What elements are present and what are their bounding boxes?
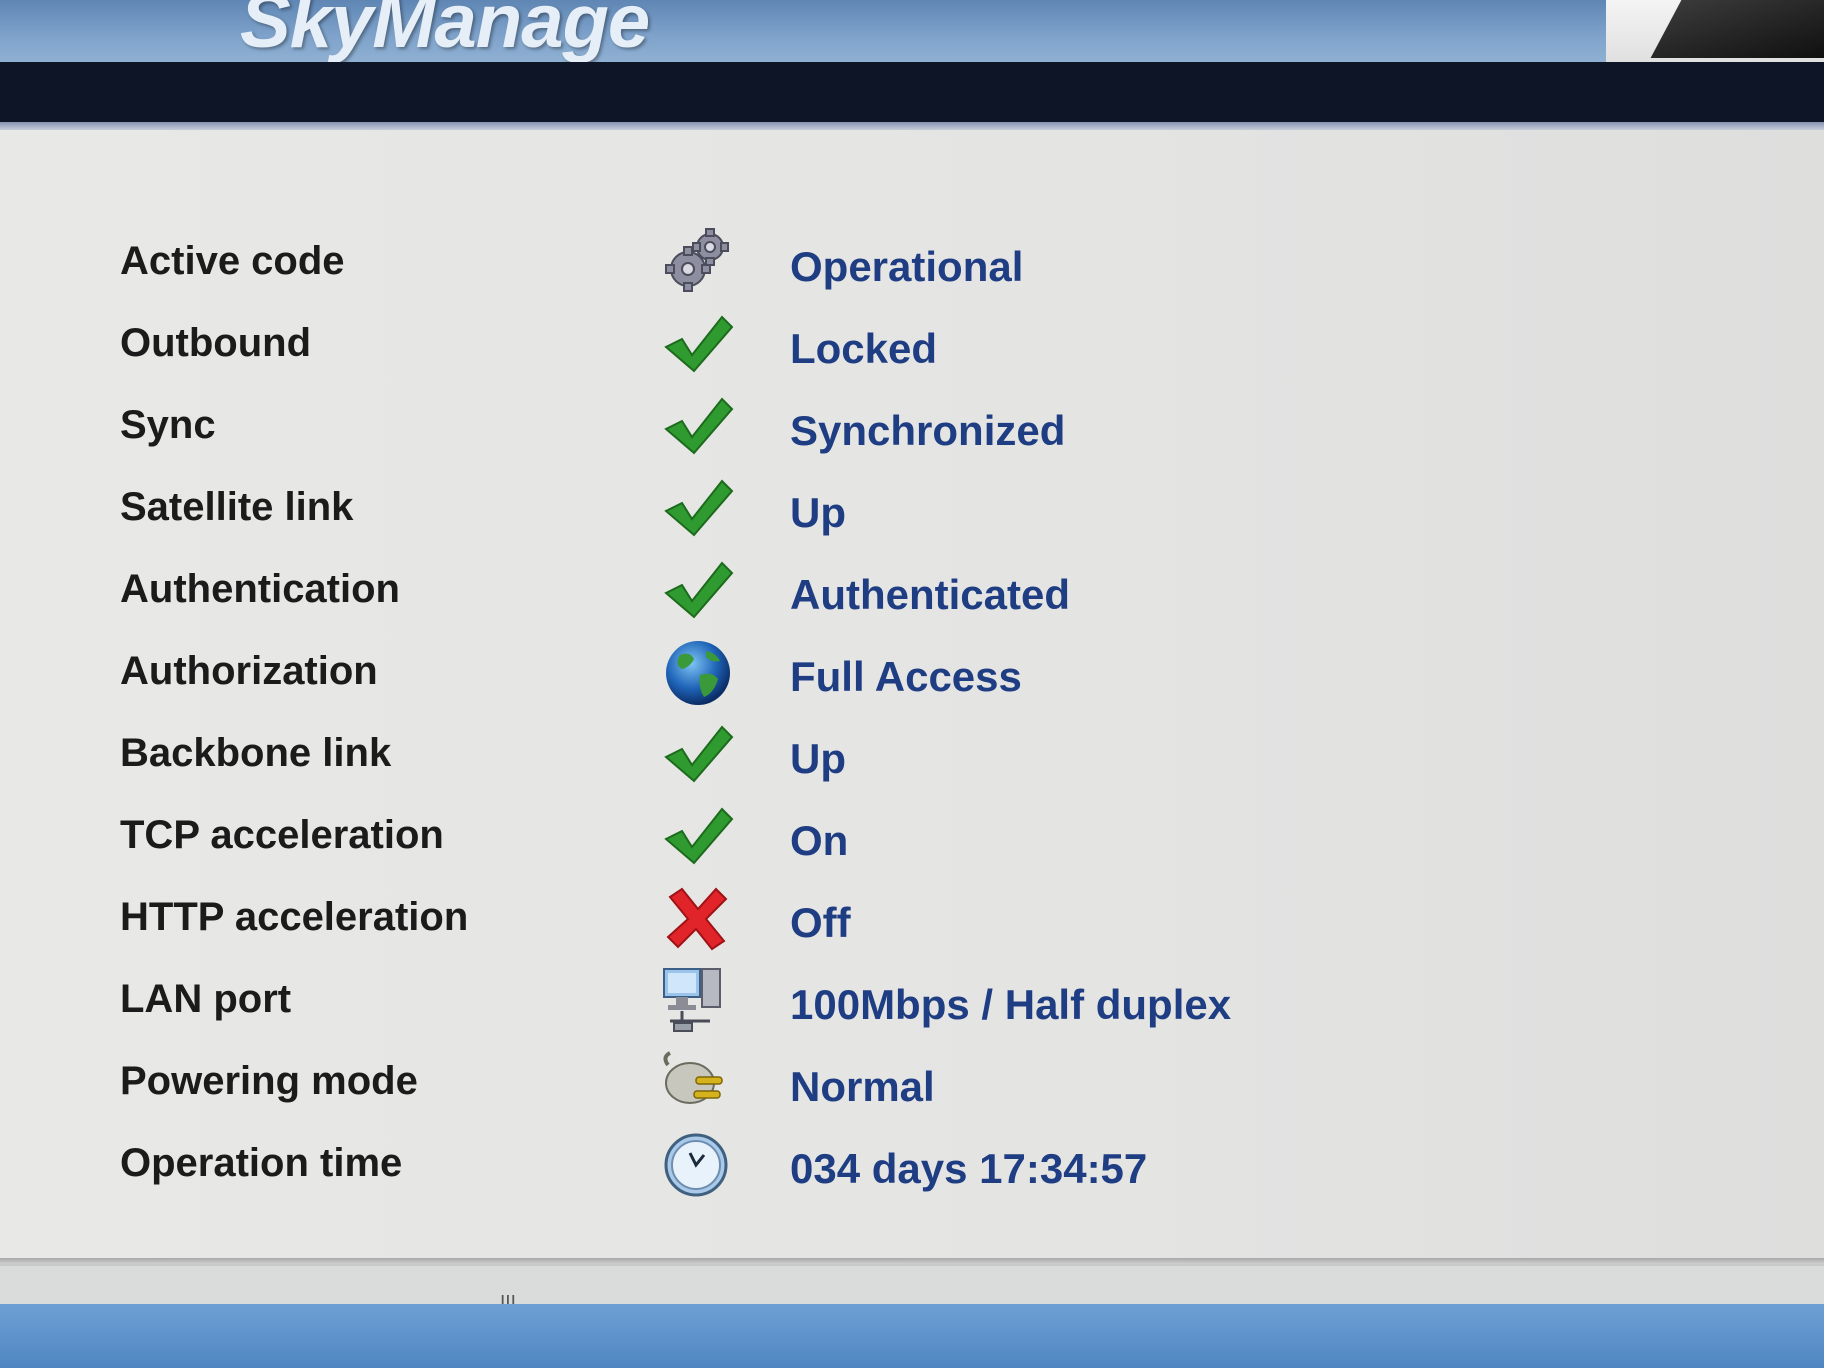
status-row-sync: Sync Synchronized	[90, 389, 1390, 471]
status-row-active-code: Active code Operational	[90, 225, 1390, 307]
check-icon	[660, 391, 736, 461]
app-logo: SkyManage	[240, 0, 650, 64]
app-header: SkyManage	[0, 0, 1824, 74]
status-label: Active code	[120, 239, 345, 283]
status-value: Authenticated	[790, 571, 1071, 618]
status-value: 100Mbps / Half duplex	[790, 981, 1232, 1028]
status-row-operation-time: Operation time 034 days 17:34:57	[90, 1127, 1390, 1209]
status-row-tcp-acceleration: TCP acceleration On	[90, 799, 1390, 881]
check-icon	[660, 801, 736, 871]
status-table: Active code Operational Outbound Locked …	[90, 225, 1390, 1209]
status-row-http-acceleration: HTTP acceleration Off	[90, 881, 1390, 963]
status-label: HTTP acceleration	[120, 895, 469, 939]
status-label: Authorization	[120, 649, 378, 693]
status-value: Operational	[790, 243, 1024, 290]
check-icon	[660, 473, 736, 543]
status-row-powering-mode: Powering mode Normal	[90, 1045, 1390, 1127]
check-icon	[660, 309, 736, 379]
status-value: Synchronized	[790, 407, 1066, 454]
status-row-backbone-link: Backbone link Up	[90, 717, 1390, 799]
status-row-outbound: Outbound Locked	[90, 307, 1390, 389]
modem-device-graphic	[1650, 0, 1824, 58]
clock-icon	[660, 1129, 736, 1199]
status-label: Backbone link	[120, 731, 392, 775]
power-plug-icon	[660, 1047, 736, 1117]
status-row-authentication: Authentication Authenticated	[90, 553, 1390, 635]
status-value: Full Access	[790, 653, 1022, 700]
status-row-lan-port: LAN port 100Mbps / Half duplex	[90, 963, 1390, 1045]
status-value: On	[790, 817, 849, 864]
status-label: Outbound	[120, 321, 312, 365]
gears-icon	[660, 227, 736, 297]
globe-icon	[660, 637, 736, 707]
network-computer-icon	[660, 965, 736, 1035]
horizontal-scrollbar[interactable]: III	[0, 1264, 1824, 1313]
status-label: Satellite link	[120, 485, 354, 529]
check-icon	[660, 719, 736, 789]
taskbar	[0, 1304, 1824, 1368]
status-label: LAN port	[120, 977, 292, 1021]
status-panel: Active code Operational Outbound Locked …	[0, 130, 1824, 1260]
status-row-authorization: Authorization Full Access	[90, 635, 1390, 717]
status-value: 034 days 17:34:57	[790, 1145, 1148, 1192]
status-label: Operation time	[120, 1141, 403, 1185]
cross-icon	[660, 883, 736, 953]
status-label: Authentication	[120, 567, 400, 611]
status-label: TCP acceleration	[120, 813, 444, 857]
status-value: Up	[790, 489, 846, 536]
status-value: Normal	[790, 1063, 935, 1110]
status-value: Up	[790, 735, 846, 782]
status-value: Locked	[790, 325, 938, 372]
status-label: Powering mode	[120, 1059, 418, 1103]
check-icon	[660, 555, 736, 625]
status-row-satellite-link: Satellite link Up	[90, 471, 1390, 553]
navigation-bar	[0, 62, 1824, 122]
navbar-divider	[0, 122, 1824, 130]
status-label: Sync	[120, 403, 216, 447]
status-value: Off	[790, 899, 851, 946]
